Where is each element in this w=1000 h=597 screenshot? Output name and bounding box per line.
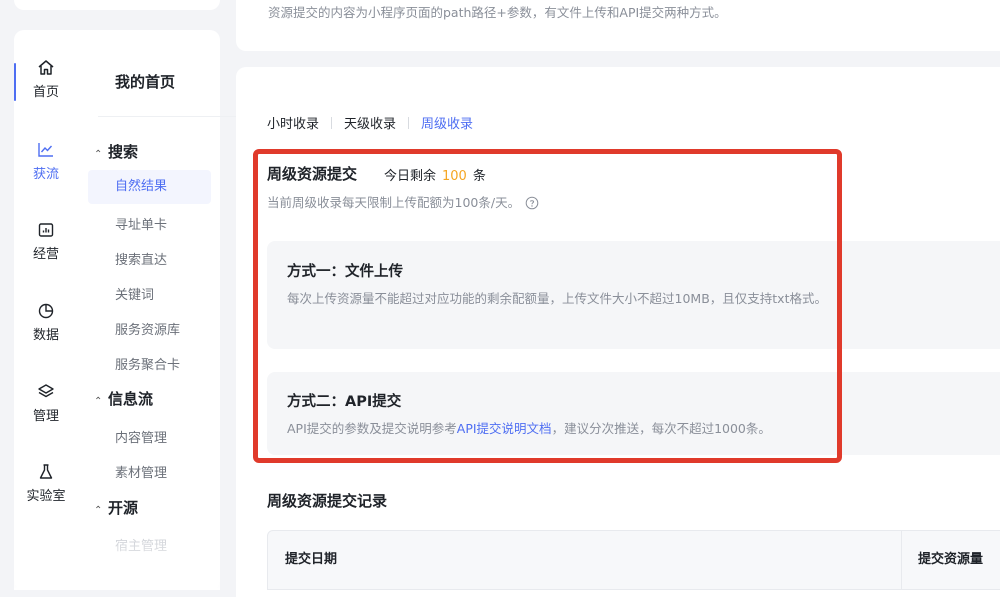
menu-item-keywords[interactable]: 关键词 <box>115 284 154 303</box>
column-header-count: 提交资源量 <box>918 552 984 567</box>
records-title: 周级资源提交记录 <box>267 492 388 510</box>
menu-item-material-manage[interactable]: 素材管理 <box>115 462 167 481</box>
records-table: 提交日期 提交资源量 <box>267 530 1000 590</box>
rail-label-data: 数据 <box>32 328 59 343</box>
menu-section-feed[interactable]: ⌃ 信息流 <box>94 388 153 409</box>
tab-divider <box>331 117 333 129</box>
tabs: 小时收录 天级收录 周级收录 <box>267 113 473 132</box>
menu-item-address-card[interactable]: 寻址单卡 <box>115 214 167 233</box>
top-left-card <box>14 0 220 10</box>
tab-hourly[interactable]: 小时收录 <box>267 117 319 132</box>
menu-home[interactable]: 我的首页 <box>115 71 175 92</box>
menu-section-opensource[interactable]: ⌃ 开源 <box>94 497 138 518</box>
rail-item-data[interactable]: 数据 <box>14 301 78 343</box>
rail-item-traffic[interactable]: 获流 <box>14 140 78 182</box>
menu-item-natural-results[interactable]: 自然结果 <box>88 170 211 204</box>
rail-item-lab[interactable]: 实验室 <box>14 462 78 504</box>
chevron-up-icon: ⌃ <box>94 505 103 516</box>
flask-icon <box>14 462 78 482</box>
bar-chart-icon <box>14 220 78 240</box>
highlight-box <box>253 149 842 463</box>
trend-chart-icon <box>14 140 78 160</box>
menu-item-service-library[interactable]: 服务资源库 <box>115 319 180 338</box>
menu-item-content-manage[interactable]: 内容管理 <box>115 427 167 446</box>
menu-item-host-manage[interactable]: 宿主管理 <box>115 535 167 554</box>
menu-section-search[interactable]: ⌃ 搜索 <box>94 141 138 162</box>
tab-divider <box>408 117 410 129</box>
home-icon <box>14 58 78 78</box>
rail-label-traffic: 获流 <box>32 167 59 182</box>
layers-icon <box>14 382 78 402</box>
page-description: 资源提交的内容为小程序页面的path路径+参数，有文件上传和API提交两种方式。 <box>268 5 727 20</box>
chevron-up-icon: ⌃ <box>94 396 103 407</box>
description-card: 资源提交的内容为小程序页面的path路径+参数，有文件上传和API提交两种方式。 <box>236 0 1000 51</box>
tab-weekly[interactable]: 周级收录 <box>421 117 473 132</box>
rail-item-operation[interactable]: 经营 <box>14 220 78 262</box>
rail-label-operation: 经营 <box>32 247 59 262</box>
rail-item-manage[interactable]: 管理 <box>14 382 78 424</box>
chevron-up-icon: ⌃ <box>94 149 103 160</box>
rail-item-home[interactable]: 首页 <box>14 58 78 100</box>
rail-label-home: 首页 <box>32 85 59 100</box>
menu-item-search-direct[interactable]: 搜索直达 <box>115 249 167 268</box>
column-divider <box>901 531 902 589</box>
menu-item-service-card[interactable]: 服务聚合卡 <box>115 354 180 373</box>
rail-label-lab: 实验室 <box>26 489 66 504</box>
rail-label-manage: 管理 <box>32 409 59 424</box>
tab-daily[interactable]: 天级收录 <box>344 117 396 132</box>
sidebar: 首页 获流 经营 数据 管理 实验室 我的首页 ⌃ 搜索 自然结果 寻址单卡 搜… <box>14 30 284 590</box>
pie-chart-icon <box>14 301 78 321</box>
column-header-date: 提交日期 <box>285 552 338 567</box>
